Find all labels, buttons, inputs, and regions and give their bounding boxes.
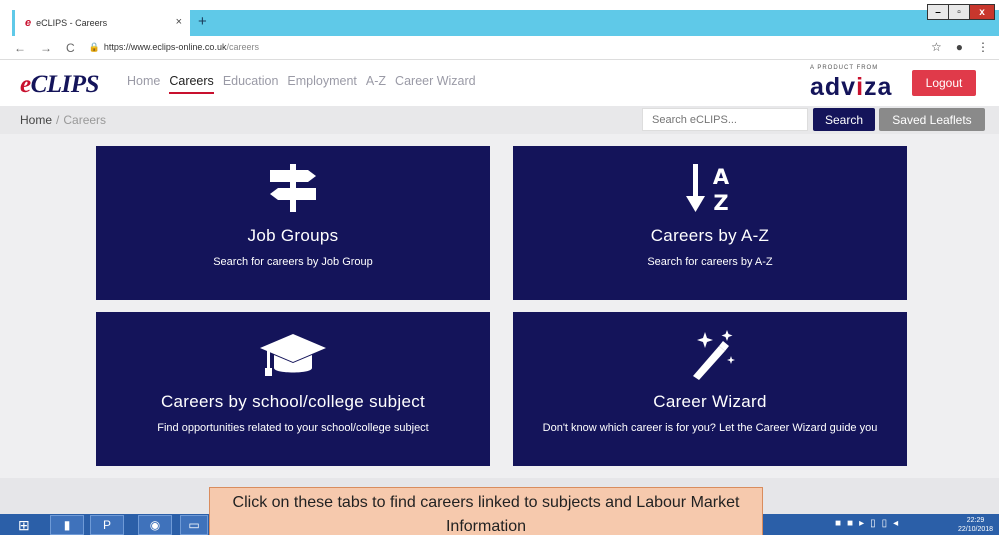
tab-close-icon[interactable]: × <box>176 16 182 28</box>
main-content: Job Groups Search for careers by Job Gro… <box>0 134 999 514</box>
bookmark-star-icon[interactable]: ☆ <box>931 40 942 54</box>
card-title: Careers by A-Z <box>650 226 770 245</box>
instruction-callout: Click on these tabs to find careers link… <box>209 487 763 535</box>
url-path: /careers <box>226 42 259 52</box>
graduation-cap-icon <box>258 328 328 380</box>
card-career-wizard[interactable]: Career Wizard Don't know which career is… <box>513 312 907 466</box>
url-host: https://www.eclips-online.co.uk <box>103 42 227 52</box>
card-subtitle: Search for careers by A-Z <box>647 256 773 268</box>
system-tray: ■ ■ ▸ ▯ ▯ ◂ <box>835 518 898 529</box>
battery-icon[interactable]: ▯ <box>870 518 876 529</box>
url-field[interactable]: 🔒 https://www.eclips-online.co.uk/careers <box>89 42 259 53</box>
breadcrumb-bar: Home/Careers Search Saved Leaflets <box>0 106 999 134</box>
taskbar-clock[interactable]: 22:29 22/10/2018 <box>958 516 993 534</box>
shield-icon[interactable]: ■ <box>835 518 841 529</box>
logout-button[interactable]: Logout <box>912 70 976 96</box>
app-icon[interactable]: ▭ <box>180 515 208 535</box>
browser-tab-bar: e eCLIPS - Careers × + – ▫ x <box>0 0 999 36</box>
breadcrumb-home[interactable]: Home <box>20 113 52 127</box>
breadcrumb-current: Careers <box>63 113 107 127</box>
card-title: Job Groups <box>247 226 339 245</box>
signpost-icon <box>266 162 320 214</box>
screen: e eCLIPS - Careers × + – ▫ x ← → C 🔒 http… <box>0 0 999 535</box>
search-input[interactable] <box>642 108 808 131</box>
restore-button[interactable]: ▫ <box>948 4 970 20</box>
card-careers-a-z[interactable]: A Z Careers by A-Z Search for careers by… <box>513 146 907 300</box>
file-explorer-icon[interactable]: ▮ <box>50 515 84 535</box>
card-subtitle: Don't know which career is for you? Let … <box>542 422 878 434</box>
nav-careers[interactable]: Careers <box>169 74 214 94</box>
tab-title: eCLIPS - Careers <box>36 18 108 28</box>
volume-icon[interactable]: ◂ <box>893 518 898 529</box>
card-subtitle: Search for careers by Job Group <box>213 256 373 268</box>
product-from-label: A PRODUCT FROM <box>810 65 879 71</box>
window-controls: – ▫ x <box>927 4 995 20</box>
chrome-icon[interactable]: ◉ <box>138 515 172 535</box>
card-subtitle: Find opportunities related to your schoo… <box>157 422 429 434</box>
windows-start-icon[interactable]: ⊞ <box>18 517 30 534</box>
powerpoint-icon[interactable]: P <box>90 515 124 535</box>
eclips-logo[interactable]: eCLIPS <box>20 71 99 99</box>
nav-education[interactable]: Education <box>223 74 279 94</box>
search-button[interactable]: Search <box>813 108 875 131</box>
breadcrumb: Home / Careers <box>20 113 107 127</box>
nav-career-wizard[interactable]: Career Wizard <box>395 74 476 94</box>
menu-dots-icon[interactable]: ⋮ <box>977 40 989 54</box>
nav-a-z[interactable]: A-Z <box>366 74 386 94</box>
card-title: Career Wizard <box>653 392 767 411</box>
address-bar-actions: ☆ ● ⋮ <box>931 40 989 54</box>
svg-text:Z: Z <box>713 191 728 214</box>
network-icon[interactable]: ■ <box>847 518 853 529</box>
wifi-icon[interactable]: ▯ <box>882 518 888 529</box>
saved-leaflets-button[interactable]: Saved Leaflets <box>879 108 985 131</box>
window-close-button[interactable]: x <box>969 4 995 20</box>
card-job-groups[interactable]: Job Groups Search for careers by Job Gro… <box>96 146 490 300</box>
minimize-button[interactable]: – <box>927 4 949 20</box>
main-nav: Home Careers Education Employment A-Z Ca… <box>127 74 476 94</box>
address-bar: ← → C 🔒 https://www.eclips-online.co.uk/c… <box>0 36 999 60</box>
nav-home[interactable]: Home <box>127 74 160 94</box>
adviza-logo: adviza <box>810 73 893 101</box>
forward-arrow-icon[interactable]: → <box>40 41 52 55</box>
lock-icon: 🔒 <box>88 42 100 52</box>
magic-wand-icon <box>683 328 737 380</box>
card-title: Careers by school/college subject <box>160 392 426 411</box>
back-arrow-icon[interactable]: ← <box>14 41 26 55</box>
flag-icon[interactable]: ▸ <box>859 518 864 529</box>
clock-date: 22/10/2018 <box>958 526 994 533</box>
svg-text:A: A <box>713 165 730 189</box>
nav-employment[interactable]: Employment <box>287 74 356 94</box>
browser-tab[interactable]: e eCLIPS - Careers × <box>12 10 190 36</box>
reload-icon[interactable]: C <box>66 41 75 55</box>
new-tab-button[interactable]: + <box>198 13 207 30</box>
card-school-college-subject[interactable]: Careers by school/college subject Find o… <box>96 312 490 466</box>
eclips-favicon-icon: e <box>25 17 32 29</box>
clock-time: 22:29 <box>966 517 985 524</box>
site-header: eCLIPS Home Careers Education Employment… <box>0 61 999 106</box>
sort-az-icon: A Z <box>683 162 737 214</box>
profile-icon[interactable]: ● <box>956 40 963 54</box>
tab-strip <box>190 10 999 36</box>
